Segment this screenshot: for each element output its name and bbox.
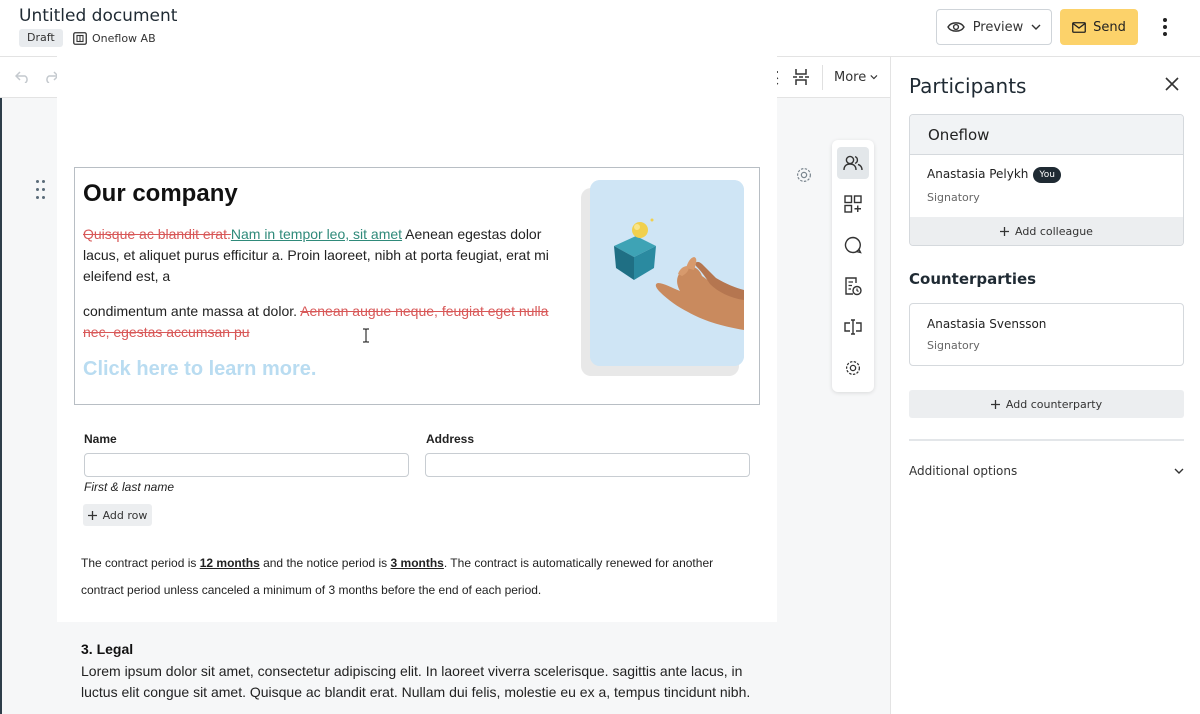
name-label: Name xyxy=(84,432,117,446)
additional-options-label: Additional options xyxy=(909,464,1018,478)
add-counterparty-label: Add counterparty xyxy=(1005,397,1103,411)
company-name: Oneflow AB xyxy=(92,31,156,45)
counterparty-card[interactable]: Anastasia Svensson Signatory xyxy=(909,303,1184,366)
more-label: More xyxy=(834,69,867,85)
preview-label: Preview xyxy=(972,19,1024,35)
participant-row[interactable]: Anastasia Pelykh You Signatory xyxy=(910,155,1183,217)
document-clock-icon xyxy=(845,276,862,295)
contract-paragraph[interactable]: The contract period is 12 months and the… xyxy=(81,550,741,604)
add-section-tab[interactable] xyxy=(837,188,869,220)
company-tag[interactable]: Oneflow AB xyxy=(73,29,156,47)
paragraph-text: and the notice period is xyxy=(259,556,391,570)
legal-paragraph[interactable]: Lorem ipsum dolor sit amet, consectetur … xyxy=(81,661,751,703)
eye-icon xyxy=(946,22,965,32)
undo-icon[interactable] xyxy=(12,64,34,90)
inserted-text: Nam in tempor leo, sit amet xyxy=(230,226,403,242)
text-cursor-icon xyxy=(362,328,370,348)
address-label: Address xyxy=(426,432,475,446)
chevron-down-icon xyxy=(870,75,878,80)
legal-heading[interactable]: 3. Legal xyxy=(81,641,133,657)
paragraph-text: The contract period is xyxy=(81,556,200,570)
panel-title: Participants xyxy=(909,74,1027,98)
address-input[interactable] xyxy=(425,453,750,477)
add-row-button[interactable]: Add row xyxy=(83,504,152,526)
add-block-icon xyxy=(844,195,862,213)
additional-options-toggle[interactable]: Additional options xyxy=(909,461,1184,481)
add-colleague-button[interactable]: Add colleague xyxy=(910,217,1183,245)
name-hint: First & last name xyxy=(84,480,175,494)
page-break-button[interactable] xyxy=(789,64,813,90)
plus-icon xyxy=(990,399,1000,409)
chevron-down-icon xyxy=(1031,24,1041,30)
preview-button[interactable]: Preview xyxy=(936,9,1052,45)
comments-tab[interactable] xyxy=(837,229,869,261)
close-icon[interactable] xyxy=(1165,77,1179,96)
settings-tab[interactable] xyxy=(837,352,869,384)
audit-trail-tab[interactable] xyxy=(837,270,869,302)
paragraph-text: condimentum ante massa at dolor. xyxy=(83,303,301,319)
panel-divider xyxy=(909,439,1184,441)
section-settings-icon[interactable] xyxy=(795,166,813,189)
participants-panel: Participants Oneflow Anastasia Pelykh You… xyxy=(890,57,1200,714)
add-colleague-label: Add colleague xyxy=(1015,224,1093,238)
text-field-icon xyxy=(844,319,862,335)
contract-period-value[interactable]: 12 months xyxy=(200,556,260,570)
own-party-card: Oneflow Anastasia Pelykh You Signatory Ad… xyxy=(909,114,1184,246)
tool-rail xyxy=(832,140,874,392)
paragraph-1[interactable]: Quisque ac blandit erat.Nam in tempor le… xyxy=(83,224,553,287)
plus-icon xyxy=(87,510,97,520)
more-tools-button[interactable]: More xyxy=(834,64,878,90)
toolbar-divider xyxy=(822,65,823,90)
own-party-name[interactable]: Oneflow xyxy=(910,115,1183,155)
participant-role: Signatory xyxy=(927,339,980,352)
hand-cube-image[interactable] xyxy=(590,180,744,366)
drag-handle-icon[interactable] xyxy=(36,180,46,202)
section-heading[interactable]: Our company xyxy=(83,180,238,208)
text-image-section[interactable]: Our company Quisque ac blandit erat.Nam … xyxy=(74,167,760,405)
plus-icon xyxy=(1000,226,1010,236)
document-title[interactable]: Untitled document xyxy=(19,6,177,26)
gear-icon xyxy=(845,360,861,376)
building-icon xyxy=(73,31,87,45)
chevron-down-icon xyxy=(1174,468,1184,474)
send-label: Send xyxy=(1093,19,1126,35)
deleted-text: Quisque ac blandit erat. xyxy=(83,226,231,242)
participant-row[interactable]: Anastasia Svensson Signatory xyxy=(910,304,1183,365)
send-button[interactable]: Send xyxy=(1060,9,1138,45)
name-input[interactable] xyxy=(84,453,409,477)
users-icon xyxy=(843,155,863,171)
comment-icon xyxy=(844,236,862,254)
page-break-icon xyxy=(793,69,809,85)
data-fields-tab[interactable] xyxy=(837,311,869,343)
participant-name-text: Anastasia Pelykh xyxy=(927,167,1029,181)
top-bar: Untitled document Draft Oneflow AB Previ… xyxy=(0,0,1200,57)
add-counterparty-button[interactable]: Add counterparty xyxy=(909,390,1184,418)
counterparties-heading: Counterparties xyxy=(909,270,1037,288)
paragraph-2[interactable]: condimentum ante massa at dolor. Aenean … xyxy=(83,301,553,343)
notice-period-value[interactable]: 3 months xyxy=(391,556,444,570)
add-row-label: Add row xyxy=(102,508,148,522)
participants-tab[interactable] xyxy=(837,147,869,179)
learn-more-link[interactable]: Click here to learn more. xyxy=(83,358,316,381)
participant-name: Anastasia Svensson xyxy=(927,317,1047,331)
more-actions-icon[interactable] xyxy=(1156,14,1174,40)
envelope-icon xyxy=(1072,21,1087,33)
status-badge: Draft xyxy=(19,29,63,47)
participant-name: Anastasia Pelykh You xyxy=(927,167,1061,183)
participant-role: Signatory xyxy=(927,191,980,204)
you-badge: You xyxy=(1033,167,1061,183)
